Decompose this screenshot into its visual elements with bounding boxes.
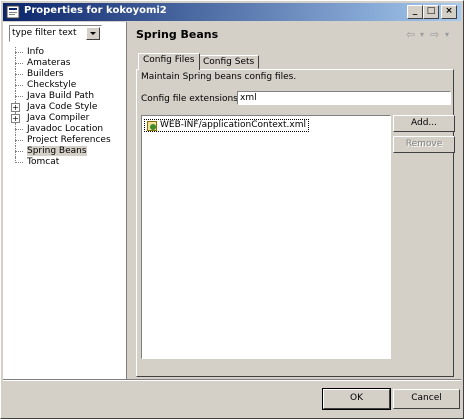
page-title: Spring Beans: [136, 28, 219, 41]
sidebar-item-javadoc-location[interactable]: Javadoc Location: [11, 124, 123, 135]
panel-description: Maintain Spring beans config files.: [141, 72, 297, 82]
window-icon: [6, 5, 20, 19]
sidebar-item-amateras[interactable]: Amateras: [11, 58, 123, 69]
property-tree: Info Amateras Builders Checkstyle Java B…: [11, 47, 123, 168]
remove-button[interactable]: Remove: [393, 136, 455, 153]
filter-combo[interactable]: type filter text: [9, 25, 102, 42]
page-header: Spring Beans ⇦ ▾ ⇨ ▾: [128, 22, 461, 48]
tab-config-sets[interactable]: Config Sets: [198, 55, 260, 69]
list-item[interactable]: WEB-INF/applicationContext.xml: [144, 119, 309, 132]
add-button[interactable]: Add...: [393, 115, 455, 132]
ok-button[interactable]: OK: [322, 388, 391, 410]
config-files-list[interactable]: WEB-INF/applicationContext.xml: [141, 115, 391, 359]
minimize-button[interactable]: _: [407, 5, 423, 19]
chevron-down-icon[interactable]: [86, 27, 100, 40]
sidebar-item-spring-beans[interactable]: Spring Beans: [11, 146, 123, 157]
config-files-panel: Maintain Spring beans config files. Conf…: [136, 69, 455, 377]
title-bar[interactable]: Properties for kokoyomi2 _ □ ×: [3, 3, 461, 21]
ext-label: Config file extensions: [141, 94, 238, 104]
filter-input[interactable]: type filter text: [12, 28, 77, 38]
sidebar: type filter text Info Amateras Builders …: [3, 22, 127, 379]
sidebar-item-tomcat[interactable]: Tomcat: [11, 157, 123, 168]
close-button[interactable]: ×: [441, 5, 457, 19]
sidebar-item-java-code-style[interactable]: + Java Code Style: [11, 102, 123, 113]
forward-dropdown-icon[interactable]: ▾: [445, 30, 449, 39]
sidebar-item-project-references[interactable]: Project References: [11, 135, 123, 146]
back-arrow-icon[interactable]: ⇦: [406, 28, 415, 41]
maximize-button[interactable]: □: [423, 5, 439, 19]
back-dropdown-icon[interactable]: ▾: [420, 30, 424, 39]
sidebar-item-java-compiler[interactable]: + Java Compiler: [11, 113, 123, 124]
footer-separator: [3, 379, 461, 381]
ext-input[interactable]: xml: [237, 91, 451, 105]
sidebar-item-info[interactable]: Info: [11, 47, 123, 58]
cancel-button[interactable]: Cancel: [393, 389, 460, 409]
tab-config-files[interactable]: Config Files: [138, 53, 200, 70]
xml-file-icon: [147, 121, 157, 131]
window-title: Properties for kokoyomi2: [24, 5, 167, 16]
sidebar-item-builders[interactable]: Builders: [11, 69, 123, 80]
sidebar-item-java-build-path[interactable]: Java Build Path: [11, 91, 123, 102]
main-panel: Spring Beans ⇦ ▾ ⇨ ▾ Config Files Config…: [128, 22, 461, 379]
expand-icon[interactable]: +: [11, 114, 20, 123]
file-path: WEB-INF/applicationContext.xml: [160, 120, 306, 130]
sidebar-item-checkstyle[interactable]: Checkstyle: [11, 80, 123, 91]
properties-dialog: Properties for kokoyomi2 _ □ × type filt…: [0, 0, 464, 419]
expand-icon[interactable]: +: [11, 103, 20, 112]
forward-arrow-icon[interactable]: ⇨: [430, 28, 439, 41]
